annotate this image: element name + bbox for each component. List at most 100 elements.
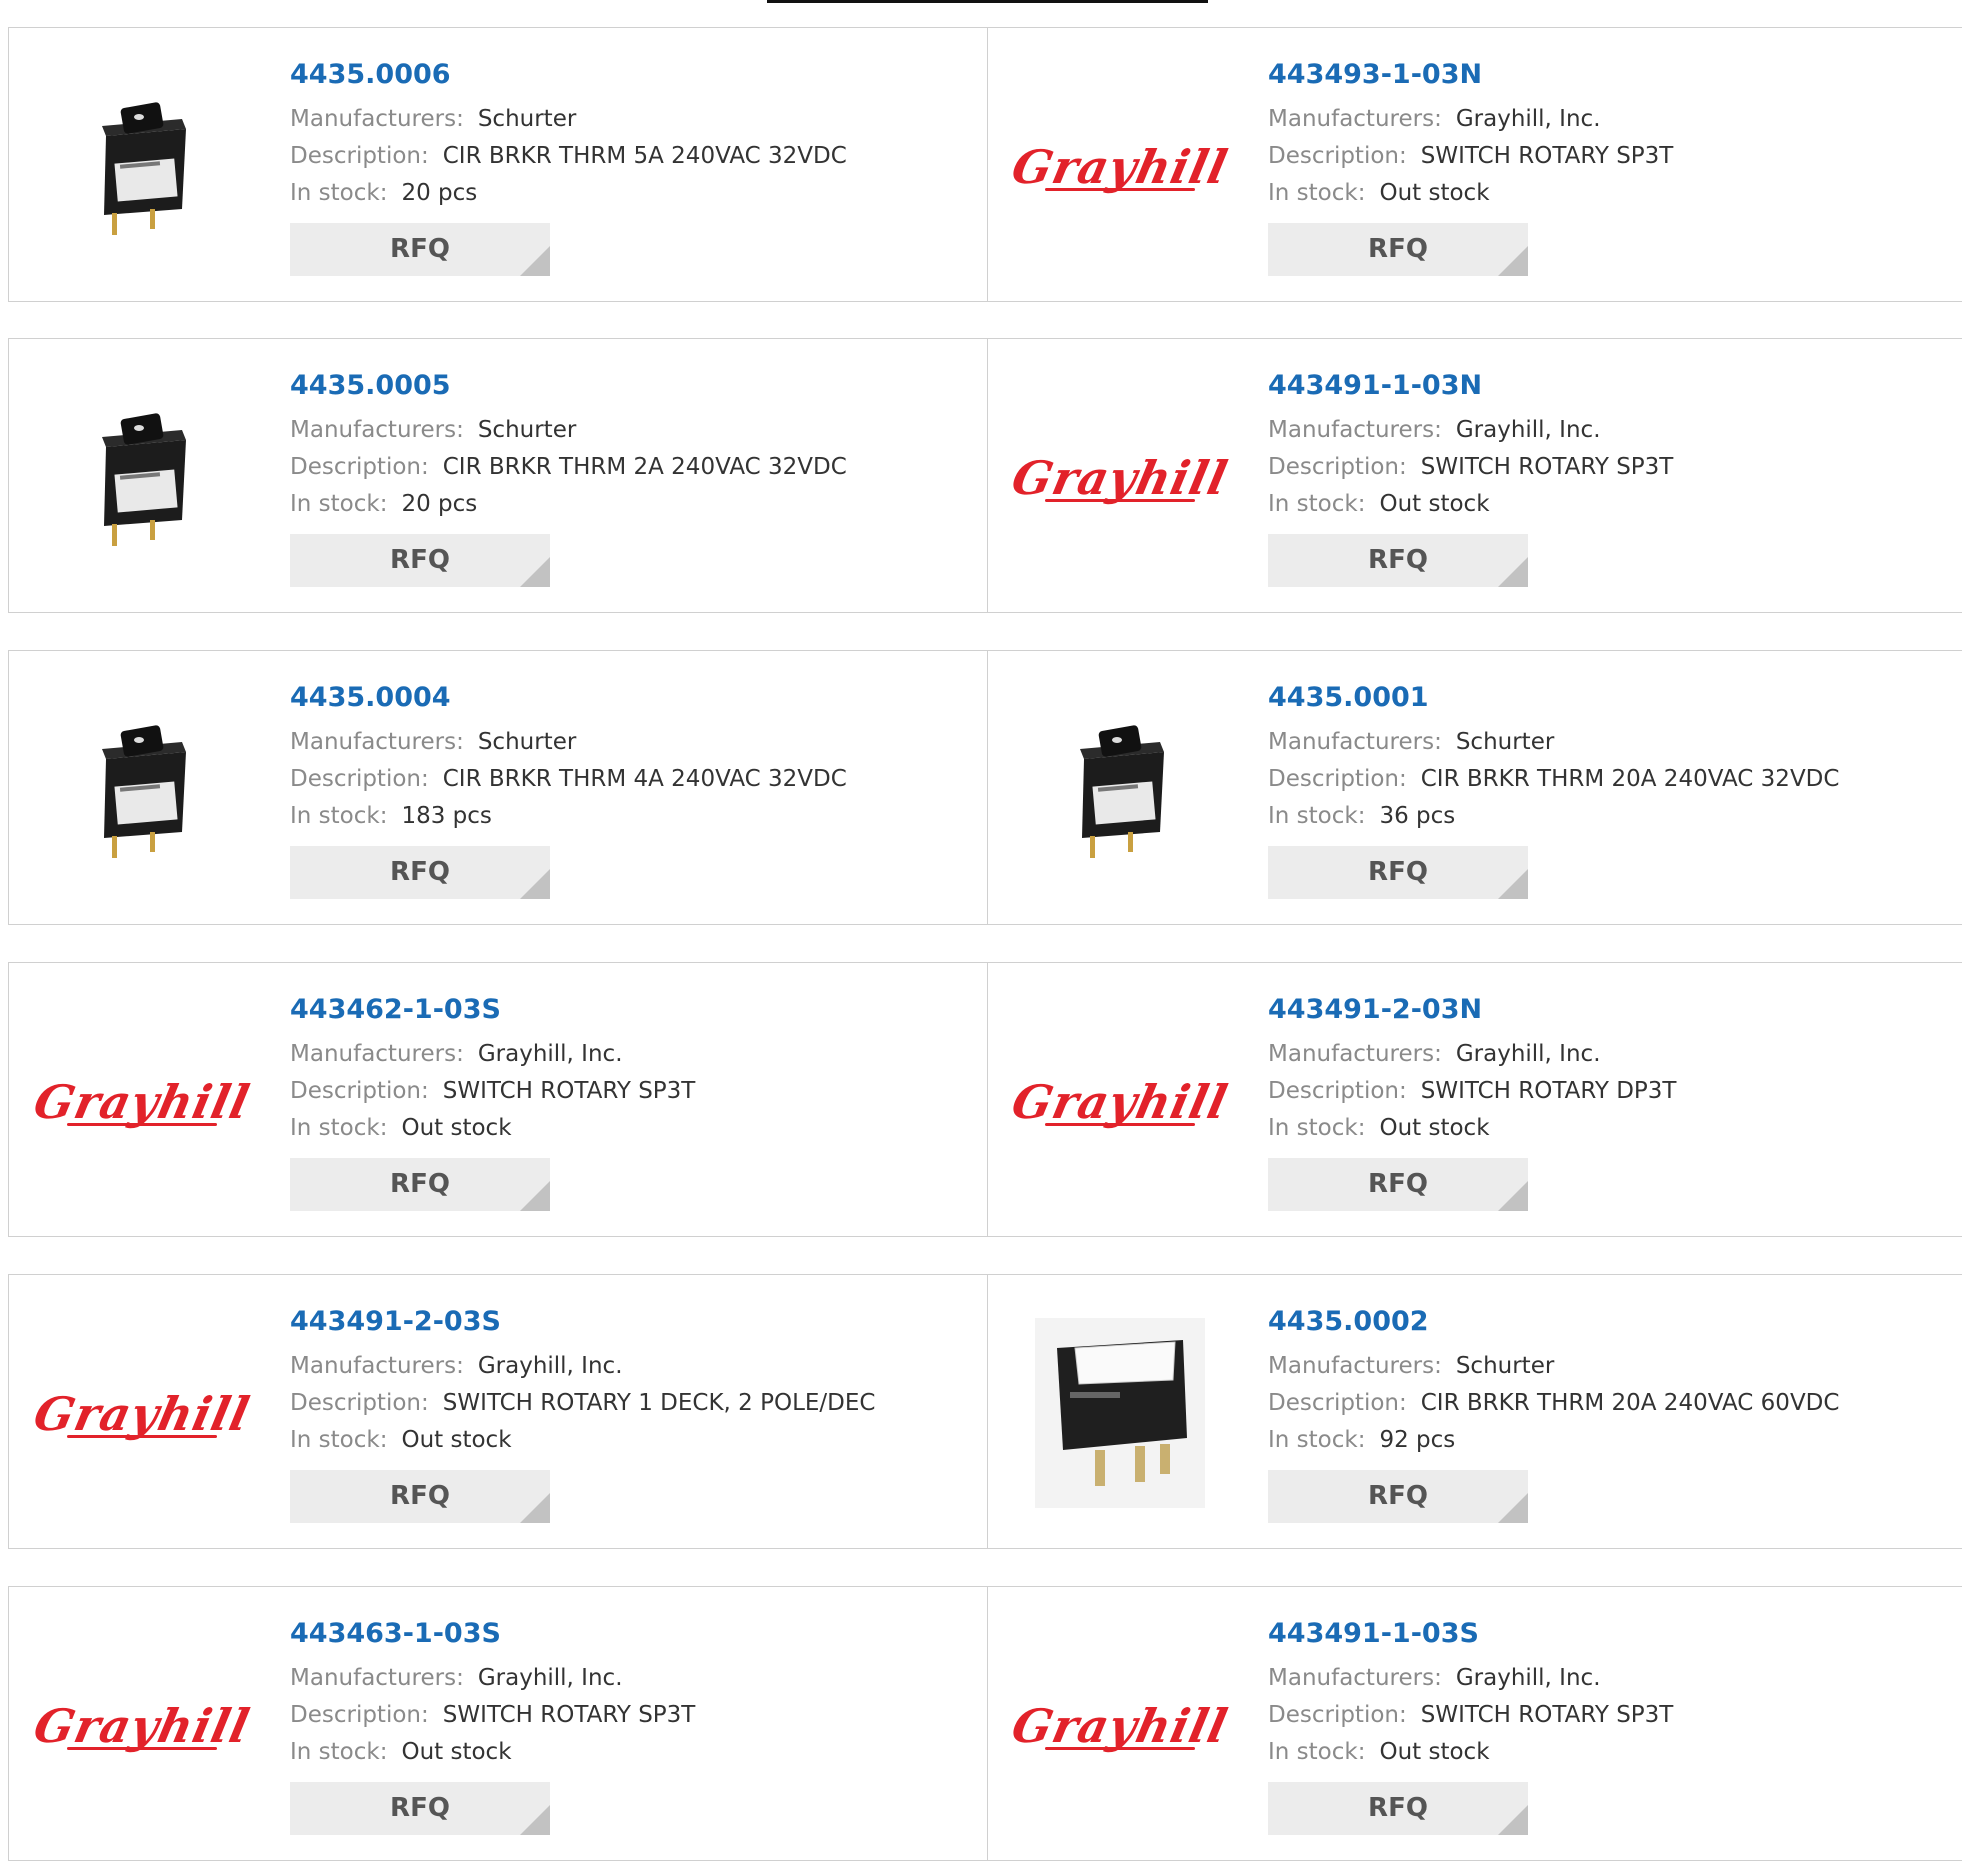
part-number-link[interactable]: 4435.0005 bbox=[290, 369, 967, 403]
manufacturer-value: Grayhill, Inc. bbox=[477, 1041, 623, 1067]
stock-label: In stock: bbox=[1268, 1115, 1366, 1141]
manufacturer-label: Manufacturers: bbox=[290, 729, 464, 755]
rfq-button[interactable]: RFQ bbox=[290, 1470, 550, 1523]
grayhill-logo: Grayhill bbox=[1007, 140, 1233, 194]
rfq-button[interactable]: RFQ bbox=[290, 223, 550, 276]
part-number-link[interactable]: 443493-1-03N bbox=[1268, 58, 1943, 92]
rfq-button[interactable]: RFQ bbox=[290, 1158, 550, 1211]
part-number-link[interactable]: 4435.0002 bbox=[1268, 1305, 1943, 1339]
description-label: Description: bbox=[290, 766, 429, 792]
description-value: SWITCH ROTARY SP3T bbox=[1420, 454, 1674, 480]
description-label: Description: bbox=[1268, 143, 1407, 169]
stock-value: 183 pcs bbox=[401, 803, 492, 829]
stock-value: Out stock bbox=[1379, 1739, 1490, 1765]
manufacturer-label: Manufacturers: bbox=[290, 1041, 464, 1067]
description-line: Description: CIR BRKR THRM 20A 240VAC 60V… bbox=[1268, 1385, 1943, 1422]
rfq-button[interactable]: RFQ bbox=[1268, 1470, 1528, 1523]
product-info: 4435.0005 Manufacturers: Schurter Descripti… bbox=[290, 369, 967, 587]
manufacturer-label: Manufacturers: bbox=[1268, 1353, 1442, 1379]
manufacturer-line: Manufacturers: Schurter bbox=[1268, 724, 1943, 761]
product-info: 443493-1-03N Manufacturers: Grayhill, Inc.… bbox=[1268, 58, 1943, 276]
product-card: 4435.0004 Manufacturers: Schurter Descripti… bbox=[9, 651, 988, 924]
stock-label: In stock: bbox=[1268, 1427, 1366, 1453]
rfq-label: RFQ bbox=[1368, 234, 1428, 264]
description-line: Description: CIR BRKR THRM 5A 240VAC 32VD… bbox=[290, 138, 967, 175]
description-label: Description: bbox=[290, 454, 429, 480]
product-image[interactable] bbox=[42, 379, 242, 574]
product-image[interactable]: Grayhill bbox=[29, 1003, 254, 1198]
product-info: 443491-2-03N Manufacturers: Grayhill, Inc.… bbox=[1268, 993, 1943, 1211]
manufacturer-value: Schurter bbox=[477, 729, 577, 755]
product-image[interactable]: Grayhill bbox=[29, 1627, 254, 1822]
manufacturer-label: Manufacturers: bbox=[290, 1665, 464, 1691]
description-label: Description: bbox=[1268, 1078, 1407, 1104]
manufacturer-value: Grayhill, Inc. bbox=[1455, 1665, 1601, 1691]
product-image[interactable] bbox=[42, 68, 242, 263]
manufacturer-label: Manufacturers: bbox=[1268, 106, 1442, 132]
description-value: SWITCH ROTARY SP3T bbox=[1420, 143, 1674, 169]
description-label: Description: bbox=[1268, 1702, 1407, 1728]
part-number-link[interactable]: 4435.0004 bbox=[290, 681, 967, 715]
rfq-button[interactable]: RFQ bbox=[1268, 1158, 1528, 1211]
stock-value: 20 pcs bbox=[401, 491, 478, 517]
product-card: Grayhill 443463-1-03S Manufacturers: Grayhi… bbox=[9, 1587, 988, 1860]
rfq-button[interactable]: RFQ bbox=[290, 534, 550, 587]
product-image[interactable]: Grayhill bbox=[1007, 68, 1232, 263]
manufacturer-label: Manufacturers: bbox=[1268, 1041, 1442, 1067]
part-number-link[interactable]: 4435.0001 bbox=[1268, 681, 1943, 715]
product-row: Grayhill 443463-1-03S Manufacturers: Grayhi… bbox=[8, 1586, 1962, 1861]
part-number-link[interactable]: 443491-2-03S bbox=[290, 1305, 967, 1339]
breaker-small-icon bbox=[102, 724, 186, 858]
product-image[interactable]: Grayhill bbox=[1007, 1003, 1232, 1198]
stock-label: In stock: bbox=[1268, 1739, 1366, 1765]
stock-value: Out stock bbox=[401, 1739, 512, 1765]
product-image[interactable]: Grayhill bbox=[1007, 379, 1232, 574]
manufacturer-line: Manufacturers: Schurter bbox=[290, 101, 967, 138]
part-number-link[interactable]: 443491-1-03S bbox=[1268, 1617, 1943, 1651]
rfq-button[interactable]: RFQ bbox=[290, 846, 550, 899]
product-info: 4435.0001 Manufacturers: Schurter Descripti… bbox=[1268, 681, 1943, 899]
part-number-link[interactable]: 4435.0006 bbox=[290, 58, 967, 92]
product-image[interactable]: Grayhill bbox=[29, 1315, 254, 1510]
product-row: 4435.0005 Manufacturers: Schurter Descripti… bbox=[8, 338, 1962, 613]
stock-value: 92 pcs bbox=[1379, 1427, 1456, 1453]
stock-label: In stock: bbox=[290, 803, 388, 829]
manufacturer-label: Manufacturers: bbox=[1268, 417, 1442, 443]
stock-label: In stock: bbox=[290, 180, 388, 206]
rfq-button[interactable]: RFQ bbox=[1268, 846, 1528, 899]
product-card: Grayhill 443491-1-03S Manufacturers: Grayhi… bbox=[987, 1587, 1962, 1860]
corner-triangle-icon bbox=[1498, 869, 1528, 899]
product-image[interactable]: Grayhill bbox=[1007, 1627, 1232, 1822]
product-image[interactable] bbox=[1020, 1315, 1220, 1510]
stock-label: In stock: bbox=[290, 1115, 388, 1141]
product-card: 4435.0002 Manufacturers: Schurter Descripti… bbox=[987, 1275, 1962, 1548]
product-image[interactable] bbox=[42, 691, 242, 886]
product-card: Grayhill 443493-1-03N Manufacturers: Grayhi… bbox=[987, 28, 1962, 301]
rfq-button[interactable]: RFQ bbox=[1268, 534, 1528, 587]
product-info: 4435.0002 Manufacturers: Schurter Descripti… bbox=[1268, 1305, 1943, 1523]
part-number-link[interactable]: 443491-2-03N bbox=[1268, 993, 1943, 1027]
product-image[interactable] bbox=[1020, 691, 1220, 886]
part-number-link[interactable]: 443491-1-03N bbox=[1268, 369, 1943, 403]
description-line: Description: CIR BRKR THRM 4A 240VAC 32VD… bbox=[290, 761, 967, 798]
description-label: Description: bbox=[290, 143, 429, 169]
description-line: Description: CIR BRKR THRM 2A 240VAC 32VD… bbox=[290, 449, 967, 486]
corner-triangle-icon bbox=[520, 1493, 550, 1523]
stock-line: In stock: 92 pcs bbox=[1268, 1422, 1943, 1459]
manufacturer-line: Manufacturers: Grayhill, Inc. bbox=[1268, 101, 1943, 138]
rfq-button[interactable]: RFQ bbox=[1268, 1782, 1528, 1835]
rfq-button[interactable]: RFQ bbox=[1268, 223, 1528, 276]
rfq-button[interactable]: RFQ bbox=[290, 1782, 550, 1835]
corner-triangle-icon bbox=[1498, 246, 1528, 276]
part-number-link[interactable]: 443463-1-03S bbox=[290, 1617, 967, 1651]
rfq-label: RFQ bbox=[390, 1169, 450, 1199]
grayhill-logo: Grayhill bbox=[29, 1075, 255, 1129]
manufacturer-line: Manufacturers: Grayhill, Inc. bbox=[1268, 1036, 1943, 1073]
description-value: CIR BRKR THRM 4A 240VAC 32VDC bbox=[442, 766, 847, 792]
part-number-link[interactable]: 443462-1-03S bbox=[290, 993, 967, 1027]
product-card: 4435.0006 Manufacturers: Schurter Descripti… bbox=[9, 28, 988, 301]
corner-triangle-icon bbox=[520, 557, 550, 587]
description-value: SWITCH ROTARY 1 DECK, 2 POLE/DEC bbox=[442, 1390, 876, 1416]
description-line: Description: SWITCH ROTARY SP3T bbox=[1268, 138, 1943, 175]
manufacturer-value: Schurter bbox=[1455, 729, 1555, 755]
